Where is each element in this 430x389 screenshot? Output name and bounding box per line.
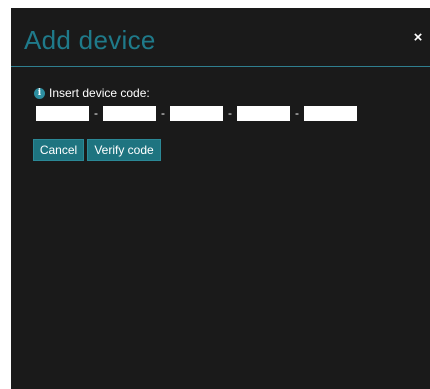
verify-code-button[interactable]: Verify code [87,139,161,161]
code-separator: - [295,106,299,120]
code-separator: - [161,106,165,120]
device-code-label: Insert device code: [49,86,150,100]
device-code-field-3[interactable] [170,106,223,121]
device-code-field-1[interactable] [36,106,89,121]
dialog-header: Add device × [11,8,430,67]
code-separator: - [228,106,232,120]
device-code-fields: - - - - [36,106,357,121]
close-icon[interactable]: × [411,30,425,46]
dialog-title: Add device [24,25,156,55]
add-device-dialog: Add device × i Insert device code: - - -… [11,8,430,389]
info-icon: i [34,87,45,99]
dialog-actions: Cancel Verify code [33,139,164,161]
device-code-field-5[interactable] [304,106,357,121]
device-code-field-4[interactable] [237,106,290,121]
device-code-field-2[interactable] [103,106,156,121]
code-separator: - [94,106,98,120]
cancel-button[interactable]: Cancel [33,139,84,161]
device-code-label-row: i Insert device code: [34,85,150,101]
